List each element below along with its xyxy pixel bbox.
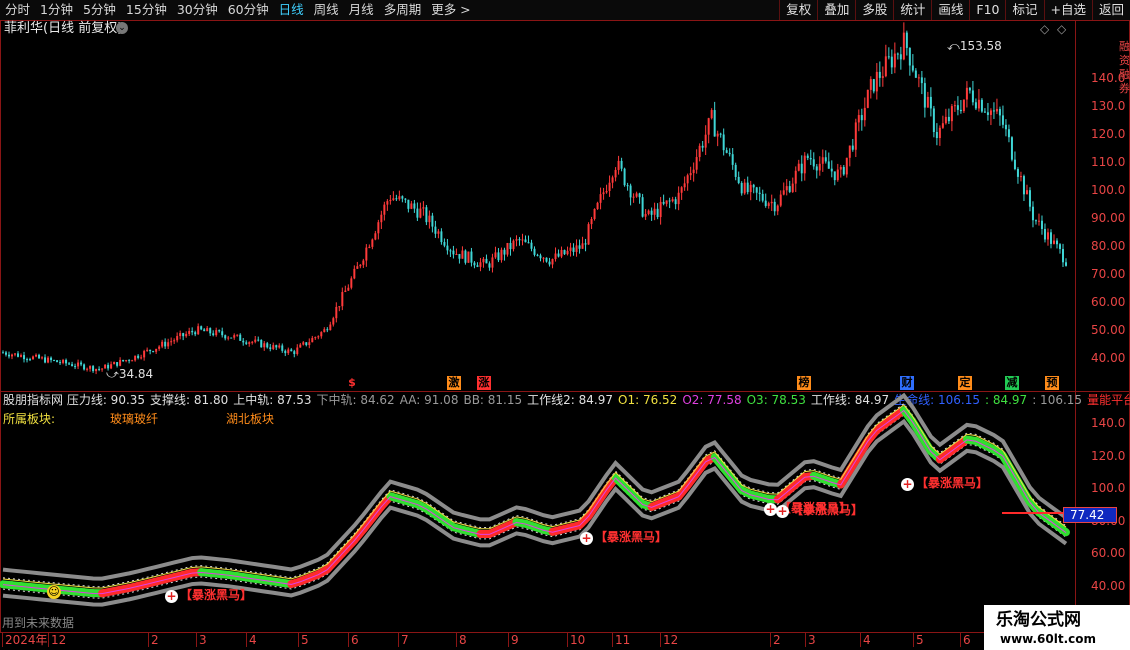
main-y-tick: 130.0 [1091,99,1126,113]
indicator-y-tick: 100.0 [1091,481,1126,495]
upper-mid-line [2,402,1067,588]
date-tick: 8 [456,633,467,647]
date-tick: 2024年 [2,633,48,647]
main-y-tick: 80.00 [1091,239,1126,253]
buy-signal-label: 【暴涨黑马】 [595,530,668,544]
date-tick: 5 [298,633,309,647]
date-tick: 6 [960,633,971,647]
buy-signal-icon[interactable]: + [764,503,777,516]
date-tick: 3 [805,633,816,647]
main-y-tick: 50.00 [1091,323,1126,337]
date-tick: 4 [246,633,257,647]
date-tick: 12 [660,633,678,647]
buy-signal-icon[interactable]: + [165,590,178,603]
stock-chart-window: 分时 1分钟 5分钟 15分钟 30分钟 60分钟 日线 周线 月线 多周期 更多 > 复权 叠加 多股… [0,0,1130,650]
date-axis: 2024年 12 2 3 4 5 6 7 8 9 10 11 12 2 3 4 5 6 [0,632,1076,650]
date-tick: 2 [770,633,781,647]
date-tick: 6 [348,633,359,647]
main-y-tick: 60.00 [1091,295,1126,309]
indicator-y-tick: 140.0 [1091,416,1126,430]
main-y-tick: 40.00 [1091,351,1126,365]
o1-line [2,404,1067,589]
indicator-value: 量能平台 [1087,393,1130,407]
main-y-tick: 120.0 [1091,127,1126,141]
watermark: 乐淘公式网 www.60lt.com [984,605,1130,650]
date-tick: 10 [567,633,585,647]
indicator-y-tick: 40.00 [1091,578,1126,593]
buy-signal-icon[interactable]: + [901,478,914,491]
main-y-tick: 90.00 [1091,211,1126,225]
right-side-label: 融资融券 [1119,40,1130,95]
indicator-y-tick: 60.00 [1091,546,1126,560]
buy-signal-icon[interactable]: + [776,505,789,518]
watermark-url: www.60lt.com [1000,632,1097,646]
date-tick: 9 [508,633,519,647]
buy-signal-label: 【暴涨黑马】 [180,588,253,602]
date-tick: 2 [148,633,159,647]
toolbar-button-8[interactable]: 返回 [1091,0,1130,20]
current-price-tag: 77.42 [1063,507,1118,523]
watermark-title: 乐淘公式网 [996,610,1081,630]
date-tick: 3 [196,633,207,647]
date-tick: 11 [612,633,630,647]
smiley-icon: ☺ [47,585,61,599]
buy-signal-label: 【暴涨黑马】 [916,476,989,490]
main-y-tick: 70.00 [1091,267,1126,281]
indicator-chart [0,392,1070,607]
indicator-y-tick: 120.0 [1091,448,1126,463]
buy-signal-icon[interactable]: + [580,532,593,545]
main-y-tick: 140.0 [1091,71,1126,85]
date-tick: 7 [398,633,409,647]
lower-mid-line [2,414,1067,599]
date-tick: 5 [913,633,924,647]
date-tick: 12 [48,633,66,647]
buy-signal-label: 【暴涨黑马】 [791,503,864,517]
date-tick: 4 [860,633,871,647]
future-data-note: 用到未来数据 [2,616,75,630]
main-y-tick: 110.0 [1091,155,1126,169]
main-y-tick: 100.0 [1091,183,1126,197]
